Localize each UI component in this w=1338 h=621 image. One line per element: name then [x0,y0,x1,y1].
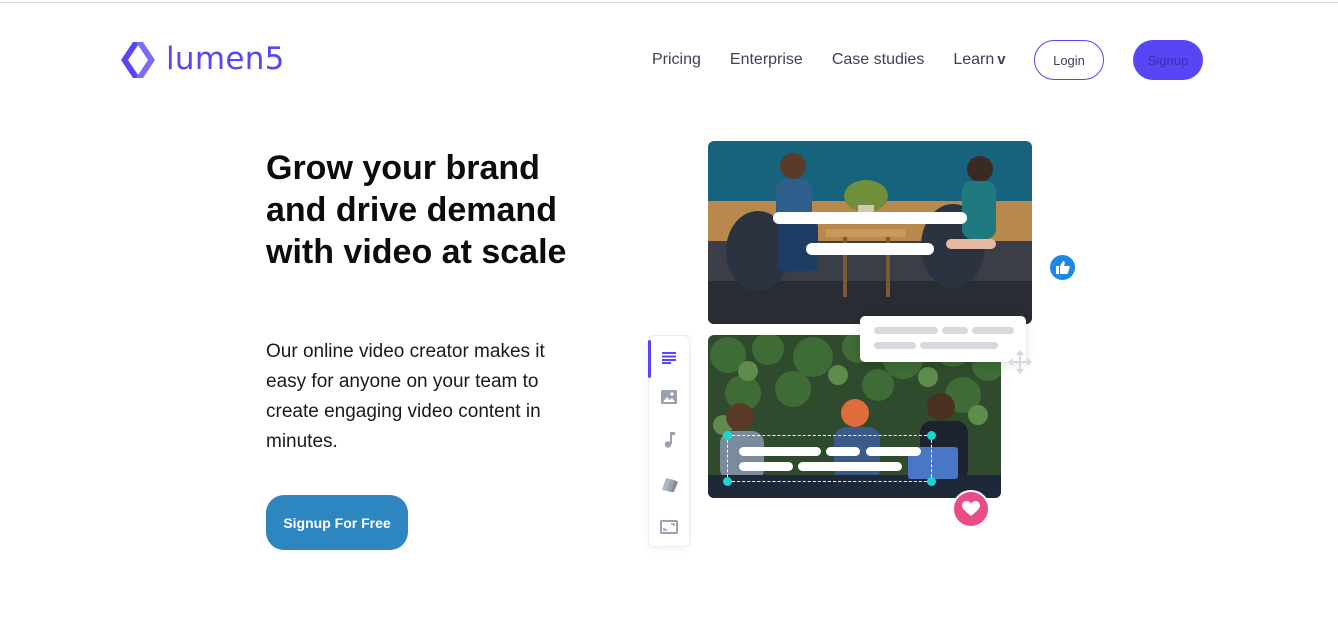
text-placeholder-line [874,327,938,334]
nav-pricing[interactable]: Pricing [652,51,701,69]
thumbs-up-icon [1048,253,1077,282]
text-placeholder-line [920,342,998,349]
text-selection-box[interactable] [727,435,932,482]
brand-logo[interactable]: lumen5 [118,40,285,80]
nav-learn-label: Learn [953,51,995,68]
text-block-card [860,316,1026,362]
music-icon[interactable] [659,430,679,450]
resize-handle[interactable] [723,477,732,486]
login-button[interactable]: Login [1034,40,1104,80]
text-placeholder-line [874,342,916,349]
resize-handle[interactable] [723,431,732,440]
signup-button[interactable]: Signup [1133,40,1203,80]
signup-for-free-button[interactable]: Signup For Free [266,495,408,550]
move-icon [1008,350,1032,374]
text-placeholder-line [972,327,1014,334]
caption-line [773,212,967,224]
brand-name: lumen5 [166,40,285,77]
aspect-ratio-icon[interactable] [659,517,679,537]
text-placeholder-line [942,327,968,334]
main-nav: Pricing Enterprise Case studies Learn v [652,40,1035,80]
toolbar-active-indicator [648,340,651,378]
nav-learn[interactable]: Learn v [953,51,1005,69]
resize-handle[interactable] [927,477,936,486]
nav-enterprise[interactable]: Enterprise [730,51,803,69]
meeting-photo-illustration [708,141,1032,324]
hero-subtitle: Our online video creator makes it easy f… [266,341,545,452]
caption-line [806,243,934,255]
video-preview-top [708,141,1032,324]
top-border [0,2,1338,3]
resize-handle[interactable] [927,431,936,440]
text-icon[interactable] [659,348,679,368]
nav-case-studies[interactable]: Case studies [832,51,925,69]
heart-icon [952,490,990,528]
lumen5-logo-icon [121,42,155,78]
image-icon[interactable] [659,387,679,407]
color-palette-icon[interactable] [659,474,679,494]
hero-title: Grow your brand and drive demand with vi… [266,149,567,271]
editor-toolbar [648,335,690,547]
chevron-down-icon: v [997,51,1006,68]
